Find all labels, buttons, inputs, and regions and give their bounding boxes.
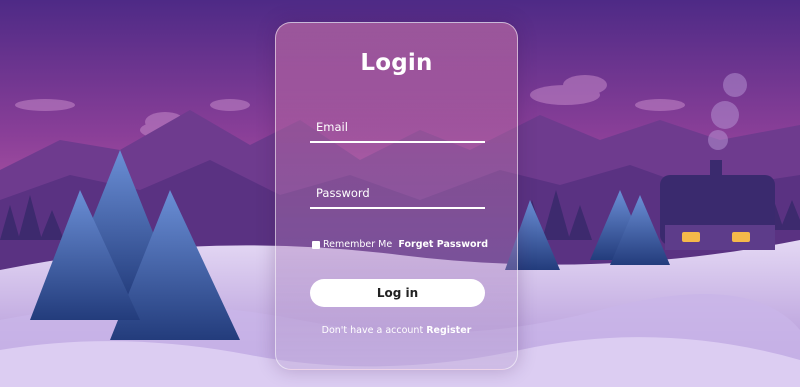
login-title: Login	[360, 50, 433, 76]
register-prompt: Don't have a account Register	[276, 325, 517, 336]
remember-me-checkbox[interactable]	[312, 240, 320, 249]
remember-me-label: Remember Me	[323, 239, 393, 250]
remember-me-toggle[interactable]: Remember Me	[312, 239, 392, 250]
no-account-text: Don't have a account	[321, 325, 424, 336]
login-options: Remember Me Forget Password	[312, 239, 488, 253]
login-card: Login Remember Me Forget Password Log in…	[275, 22, 518, 370]
register-link[interactable]: Register	[426, 325, 471, 336]
login-button[interactable]: Log in	[310, 279, 485, 307]
password-input[interactable]	[314, 181, 483, 205]
forget-password-link[interactable]: Forget Password	[398, 239, 488, 250]
email-input[interactable]	[314, 115, 483, 139]
password-field[interactable]	[310, 181, 485, 209]
email-field[interactable]	[310, 115, 485, 143]
